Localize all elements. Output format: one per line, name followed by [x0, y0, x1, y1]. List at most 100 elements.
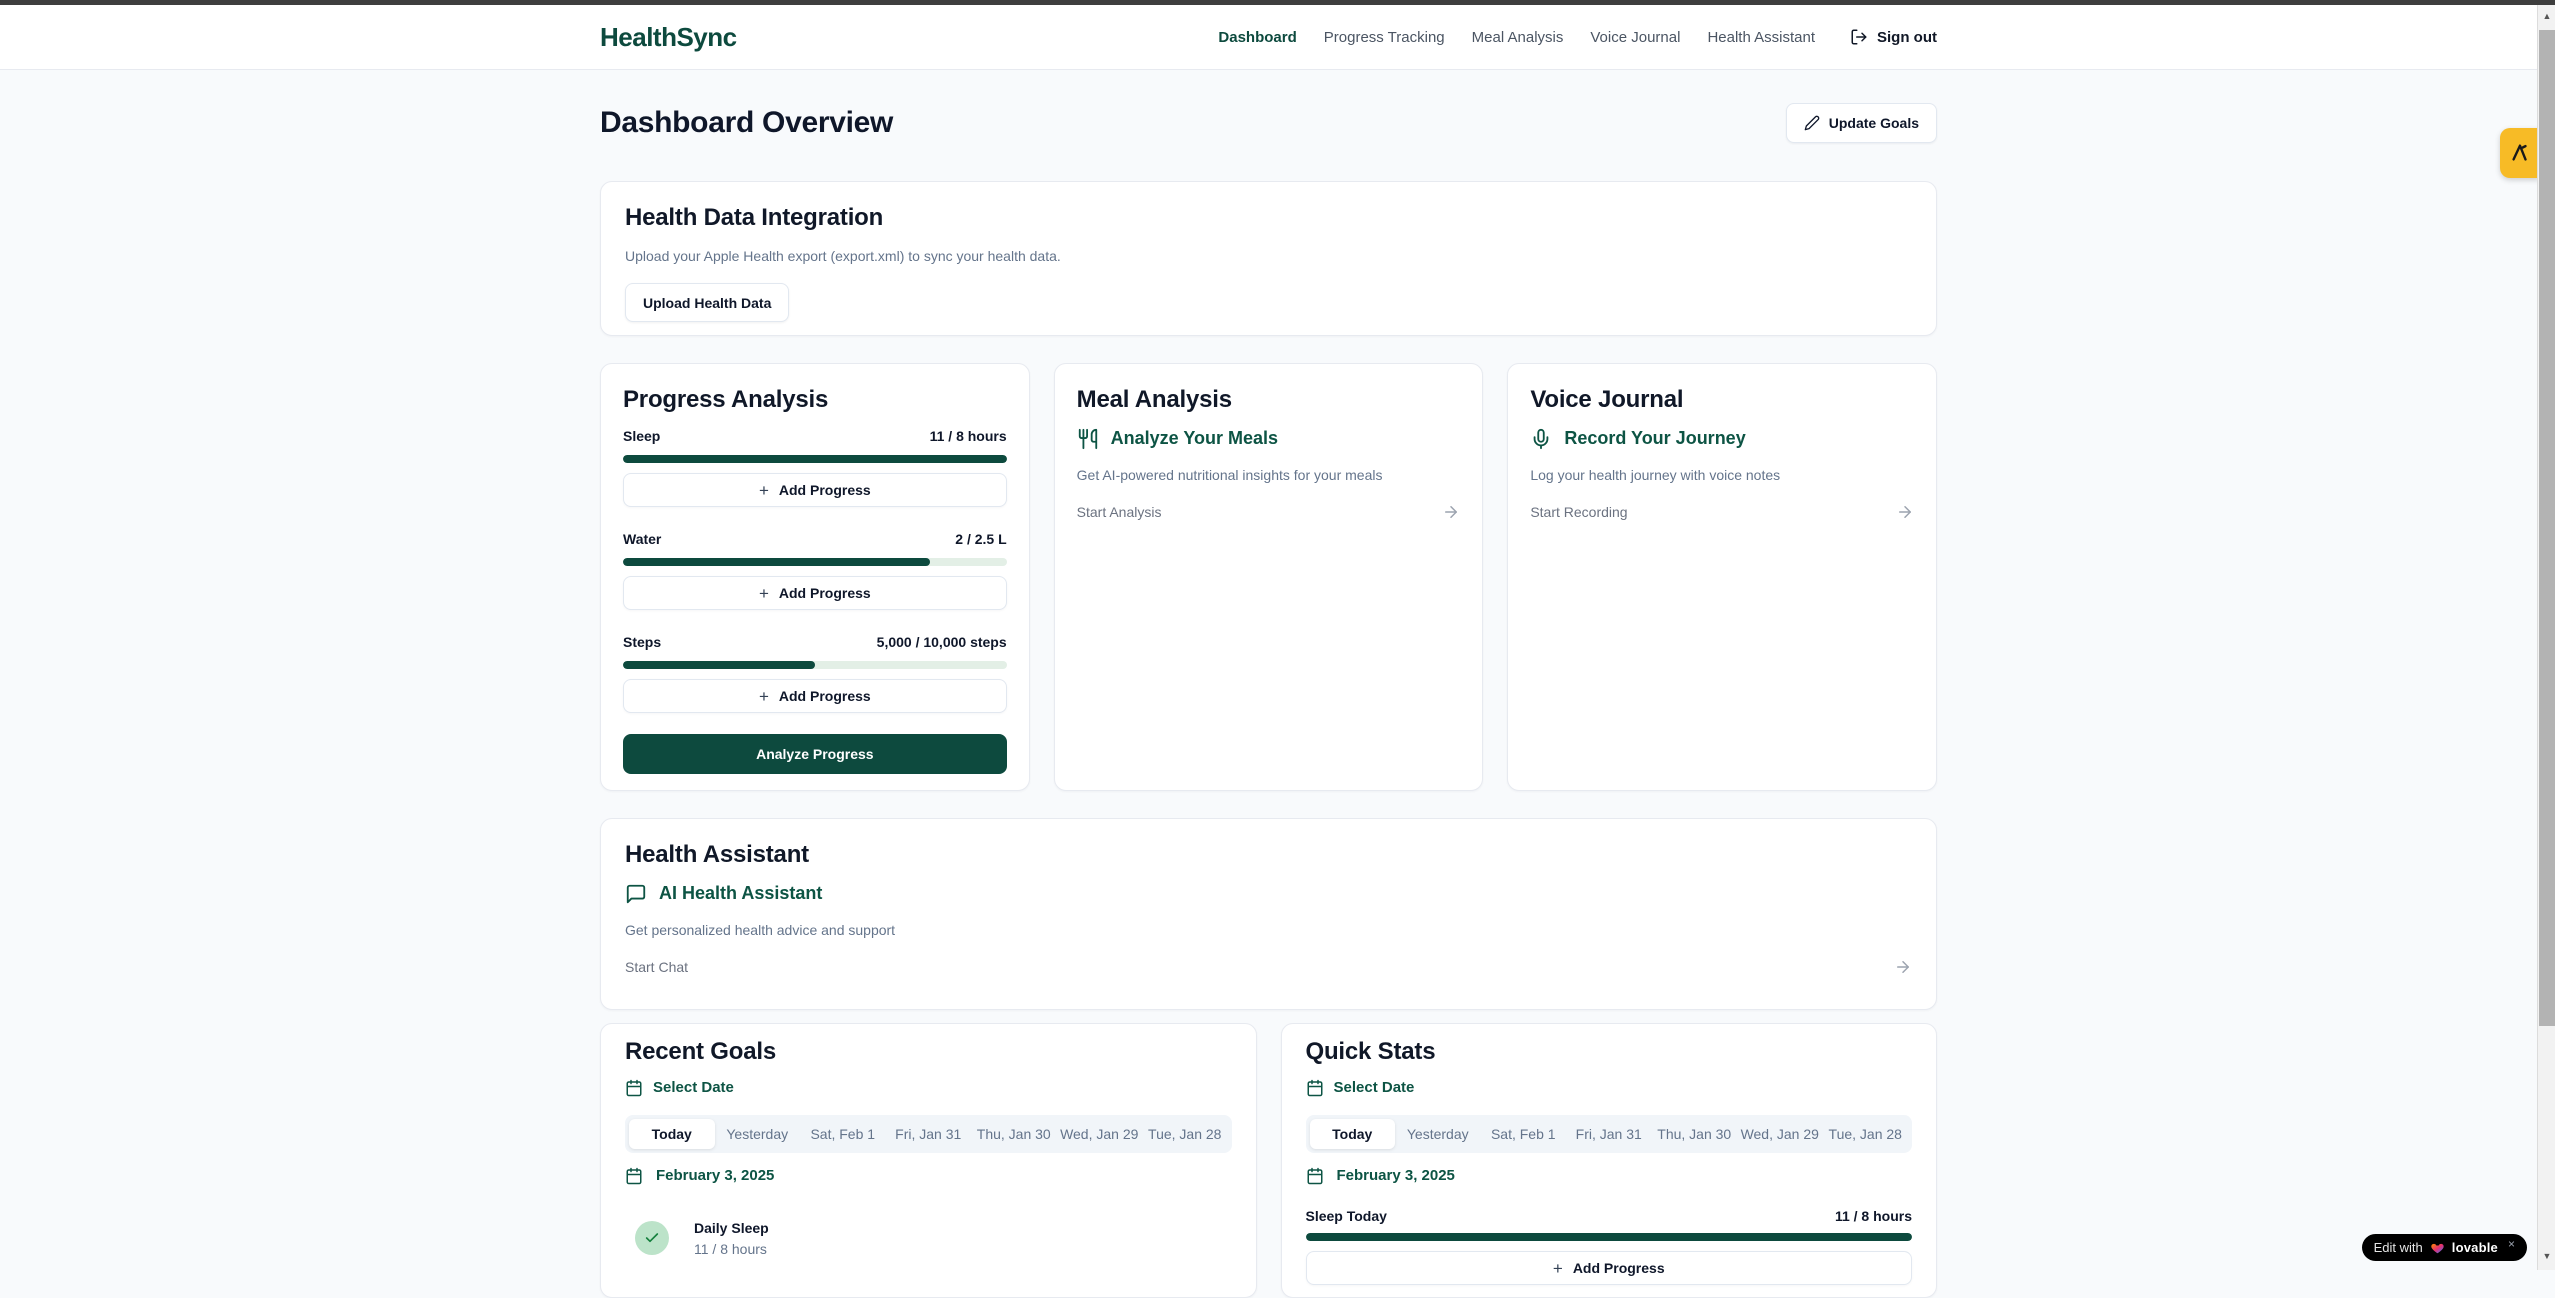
start-recording-action[interactable]: Start Recording [1530, 502, 1914, 522]
meal-analysis-description: Get AI-powered nutritional insights for … [1077, 465, 1461, 485]
progress-analysis-card: Progress Analysis Sleep 11 / 8 hours + A… [600, 363, 1030, 791]
tab-tue-jan-28[interactable]: Tue, Jan 28 [1142, 1119, 1228, 1149]
record-your-journey-link[interactable]: Record Your Journey [1530, 425, 1914, 452]
nav-item-meal-analysis[interactable]: Meal Analysis [1472, 29, 1564, 46]
recent-goals-current-date: February 3, 2025 [625, 1164, 1232, 1188]
calendar-icon [625, 1167, 643, 1185]
health-assistant-card: Health Assistant AI Health Assistant Get… [600, 818, 1937, 1010]
arrow-right-icon [1442, 503, 1460, 521]
tab-thu-jan-30[interactable]: Thu, Jan 30 [971, 1119, 1057, 1149]
sleep-add-progress-button[interactable]: + Add Progress [623, 473, 1007, 507]
tab-sat-feb-1[interactable]: Sat, Feb 1 [1481, 1119, 1567, 1149]
upload-health-data-button[interactable]: Upload Health Data [625, 283, 789, 322]
tab-yesterday[interactable]: Yesterday [715, 1119, 801, 1149]
tab-today[interactable]: Today [1310, 1119, 1396, 1149]
arrow-right-icon [1896, 503, 1914, 521]
scrollbar-up-arrow[interactable]: ▲ [2538, 8, 2555, 24]
calendar-icon [1306, 1167, 1324, 1185]
start-chat-action[interactable]: Start Chat [625, 957, 1912, 977]
sleep-today-progress-fill [1306, 1233, 1913, 1241]
edit-with-lovable-badge[interactable]: Edit with lovable × [2362, 1234, 2527, 1261]
page-title: Dashboard Overview [600, 106, 893, 140]
steps-add-progress-button[interactable]: + Add Progress [623, 679, 1007, 713]
arrow-right-icon [1894, 958, 1912, 976]
lovable-editor-fab[interactable] [2500, 128, 2540, 178]
ai-health-assistant-link[interactable]: AI Health Assistant [625, 880, 1912, 907]
plus-icon: + [759, 482, 769, 499]
water-progress-bar [623, 558, 1007, 566]
check-circle-icon [635, 1221, 669, 1255]
lovable-logo-icon [2509, 142, 2531, 164]
sleep-today-progress-bar [1306, 1233, 1913, 1241]
steps-value: 5,000 / 10,000 steps [877, 632, 1007, 652]
steps-progress-fill [623, 661, 815, 669]
sleep-label: Sleep [623, 426, 660, 446]
sleep-progress-fill [623, 455, 1007, 463]
quick-stats-title: Quick Stats [1306, 1036, 1913, 1068]
nav-item-dashboard[interactable]: Dashboard [1218, 29, 1296, 46]
goal-progress-text: 11 / 8 hours [694, 1240, 769, 1258]
start-analysis-action[interactable]: Start Analysis [1077, 502, 1461, 522]
analyze-progress-button[interactable]: Analyze Progress [623, 734, 1007, 774]
close-icon[interactable]: × [2508, 1237, 2515, 1251]
tab-today[interactable]: Today [629, 1119, 715, 1149]
tab-sat-feb-1[interactable]: Sat, Feb 1 [800, 1119, 886, 1149]
quick-stats-card: Quick Stats Select Date Today Yesterday … [1281, 1023, 1938, 1298]
tab-thu-jan-30[interactable]: Thu, Jan 30 [1652, 1119, 1738, 1149]
recent-goals-card: Recent Goals Select Date Today Yesterday… [600, 1023, 1257, 1298]
voice-journal-description: Log your health journey with voice notes [1530, 465, 1914, 485]
tab-fri-jan-31[interactable]: Fri, Jan 31 [1566, 1119, 1652, 1149]
sleep-metric: Sleep 11 / 8 hours + Add Progress [623, 426, 1007, 507]
recent-goals-select-date[interactable]: Select Date [625, 1076, 1232, 1100]
progress-analysis-title: Progress Analysis [623, 384, 1007, 416]
plus-icon: + [1553, 1260, 1563, 1277]
sign-out-label: Sign out [1877, 29, 1937, 46]
meal-analysis-card: Meal Analysis Analyze Your Meals Get AI-… [1054, 363, 1484, 791]
health-data-integration-description: Upload your Apple Health export (export.… [625, 246, 1912, 266]
goal-list-item: Daily Sleep 11 / 8 hours [625, 1218, 1232, 1258]
voice-journal-card: Voice Journal Record Your Journey Log yo… [1507, 363, 1937, 791]
steps-progress-bar [623, 661, 1007, 669]
analyze-your-meals-link[interactable]: Analyze Your Meals [1077, 425, 1461, 452]
plus-icon: + [759, 688, 769, 705]
app-logo[interactable]: HealthSync [600, 22, 737, 53]
main-nav: Dashboard Progress Tracking Meal Analysi… [1218, 28, 1937, 46]
scrollbar-thumb[interactable] [2539, 30, 2555, 1026]
quick-stats-current-date: February 3, 2025 [1306, 1164, 1913, 1188]
water-metric: Water 2 / 2.5 L + Add Progress [623, 529, 1007, 610]
goal-name: Daily Sleep [694, 1218, 769, 1238]
scrollbar-down-arrow[interactable]: ▼ [2538, 1248, 2555, 1264]
sign-out-button[interactable]: Sign out [1850, 28, 1937, 46]
quick-stats-select-date[interactable]: Select Date [1306, 1076, 1913, 1100]
calendar-icon [1306, 1079, 1324, 1097]
tab-fri-jan-31[interactable]: Fri, Jan 31 [886, 1119, 972, 1149]
sleep-today-value: 11 / 8 hours [1835, 1206, 1912, 1226]
tab-tue-jan-28[interactable]: Tue, Jan 28 [1823, 1119, 1909, 1149]
quick-stats-add-progress-button[interactable]: + Add Progress [1306, 1251, 1913, 1285]
health-data-integration-title: Health Data Integration [625, 202, 1912, 234]
tab-wed-jan-29[interactable]: Wed, Jan 29 [1057, 1119, 1143, 1149]
app-header: HealthSync Dashboard Progress Tracking M… [0, 5, 2537, 70]
sleep-today-label: Sleep Today [1306, 1206, 1387, 1226]
browser-chrome-strip [0, 0, 2555, 5]
tab-yesterday[interactable]: Yesterday [1395, 1119, 1481, 1149]
health-data-integration-card: Health Data Integration Upload your Appl… [600, 181, 1937, 336]
water-label: Water [623, 529, 661, 549]
sleep-value: 11 / 8 hours [930, 426, 1007, 446]
meal-analysis-title: Meal Analysis [1077, 384, 1461, 416]
nav-item-voice-journal[interactable]: Voice Journal [1590, 29, 1680, 46]
microphone-icon [1530, 428, 1552, 450]
steps-label: Steps [623, 632, 661, 652]
tab-wed-jan-29[interactable]: Wed, Jan 29 [1737, 1119, 1823, 1149]
nav-item-health-assistant[interactable]: Health Assistant [1707, 29, 1815, 46]
quick-stats-date-tabs: Today Yesterday Sat, Feb 1 Fri, Jan 31 T… [1306, 1115, 1913, 1153]
steps-metric: Steps 5,000 / 10,000 steps + Add Progres… [623, 632, 1007, 713]
health-assistant-description: Get personalized health advice and suppo… [625, 920, 1912, 940]
health-assistant-title: Health Assistant [625, 839, 1912, 871]
heart-icon [2430, 1241, 2445, 1255]
water-value: 2 / 2.5 L [955, 529, 1006, 549]
update-goals-button[interactable]: Update Goals [1786, 103, 1937, 143]
water-add-progress-button[interactable]: + Add Progress [623, 576, 1007, 610]
nav-item-progress-tracking[interactable]: Progress Tracking [1324, 29, 1445, 46]
vertical-scrollbar[interactable]: ▲ ▼ [2537, 0, 2555, 1270]
